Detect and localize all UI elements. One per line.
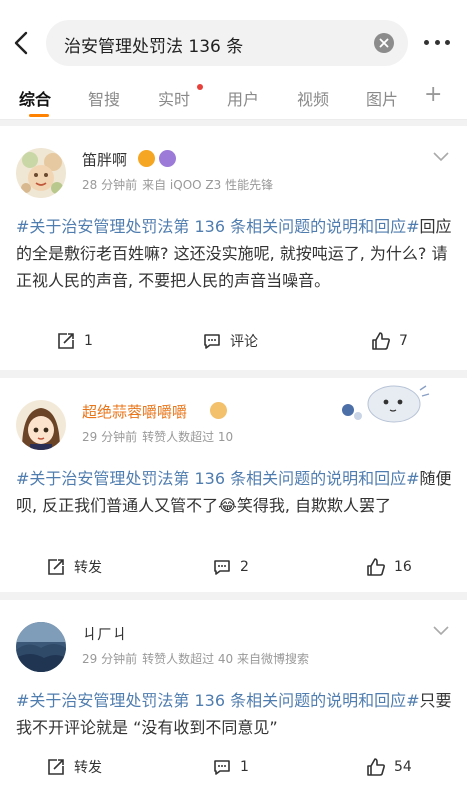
like-button[interactable]: 54 [366, 752, 412, 782]
like-button[interactable]: 7 [371, 326, 408, 356]
avatar[interactable] [16, 622, 66, 672]
post-content: #关于治安管理处罚法第 136 条相关问题的说明和回应#随便呗, 反正我们普通人… [16, 465, 456, 519]
purple-badge-icon [159, 150, 176, 167]
thumbs-up-icon [367, 758, 385, 776]
like-count: 16 [394, 559, 412, 575]
more-options-icon[interactable] [420, 32, 454, 52]
chevron-down-icon[interactable] [433, 152, 449, 162]
top-bar: 治安管理处罚法 136 条 [0, 0, 467, 82]
comment-icon [214, 560, 230, 575]
post-time: 29 分钟前 [82, 652, 138, 666]
username[interactable]: ㄐㄏㄐ [82, 623, 127, 644]
comment-icon [204, 334, 220, 349]
post-card[interactable]: 笛胖啊 28 分钟前 来自 iQOO Z3 性能先锋 #关于治安管理处罚法第 13… [0, 126, 467, 370]
thumbs-up-icon [372, 332, 390, 350]
comment-button[interactable]: 1 [212, 752, 249, 782]
post-content: #关于治安管理处罚法第 136 条相关问题的说明和回应#只要我不开评论就是 “没… [16, 687, 456, 741]
cat-badge-icon [210, 402, 227, 419]
search-input[interactable]: 治安管理处罚法 136 条 [46, 20, 408, 66]
topic-link[interactable]: #关于治安管理处罚法第 136 条相关问题的说明和回应# [16, 469, 420, 488]
back-arrow-icon[interactable] [8, 26, 34, 60]
post-actions: 转发 2 16 [0, 552, 467, 582]
post-card[interactable]: ㄐㄏㄐ 29 分钟前 转赞人数超过 40 来自微博搜索 #关于治安管理处罚法第 1… [0, 600, 467, 800]
repost-button[interactable]: 1 [56, 326, 93, 356]
comment-count: 2 [240, 559, 249, 575]
avatar[interactable] [16, 148, 66, 198]
tab-videos[interactable]: 视频 [297, 86, 329, 110]
post-meta: 28 分钟前 来自 iQOO Z3 性能先锋 [82, 176, 278, 193]
comment-icon [214, 760, 230, 775]
tab-realtime[interactable]: 实时 [158, 86, 190, 110]
post-time: 29 分钟前 [82, 430, 138, 444]
post-card[interactable]: 超绝蒜蓉嚼嚼嚼 29 分钟前 转赞人数超过 10 #关于治安管理处罚法第 136 … [0, 378, 467, 592]
topic-link[interactable]: #关于治安管理处罚法第 136 条相关问题的说明和回应# [16, 217, 420, 236]
repost-button[interactable]: 转发 [46, 552, 102, 582]
realtime-new-dot [197, 84, 203, 90]
search-tabs: 综合 智搜 实时 用户 视频 图片 + [0, 82, 467, 120]
post-time: 28 分钟前 [82, 178, 138, 192]
like-count: 54 [394, 759, 412, 775]
tab-comprehensive[interactable]: 综合 [19, 86, 51, 110]
tab-smart-search[interactable]: 智搜 [88, 86, 120, 110]
like-count: 7 [399, 333, 408, 349]
repost-count: 1 [84, 333, 93, 349]
post-content: #关于治安管理处罚法第 136 条相关问题的说明和回应#回应的全是敷衍老百姓嘛?… [16, 213, 456, 294]
decoration-sticker-icon [342, 385, 430, 423]
post-source: 转赞人数超过 40 来自微博搜索 [142, 652, 309, 666]
username[interactable]: 笛胖啊 [82, 149, 127, 170]
repost-label: 转发 [74, 760, 102, 776]
username[interactable]: 超绝蒜蓉嚼嚼嚼 [82, 401, 187, 422]
comment-count: 1 [240, 759, 249, 775]
clear-search-icon[interactable] [374, 33, 394, 53]
repost-icon [58, 333, 74, 349]
add-tab-icon[interactable]: + [424, 82, 442, 107]
post-actions: 转发 1 54 [0, 752, 467, 782]
repost-icon [48, 559, 64, 575]
avatar[interactable] [16, 400, 66, 450]
post-meta: 29 分钟前 转赞人数超过 40 来自微博搜索 [82, 650, 314, 667]
search-query-text: 治安管理处罚法 136 条 [64, 37, 244, 57]
topic-link[interactable]: #关于治安管理处罚法第 136 条相关问题的说明和回应# [16, 691, 420, 710]
tab-images[interactable]: 图片 [366, 86, 398, 110]
thumbs-up-icon [367, 558, 385, 576]
comment-button[interactable]: 评论 [202, 326, 258, 356]
repost-icon [48, 759, 64, 775]
chevron-down-icon[interactable] [433, 626, 449, 636]
active-tab-indicator [29, 114, 49, 117]
comment-button[interactable]: 2 [212, 552, 249, 582]
post-actions: 1 评论 7 [0, 326, 467, 356]
comment-count: 评论 [230, 334, 258, 350]
fish-badge-icon [138, 150, 155, 167]
post-meta: 29 分钟前 转赞人数超过 10 [82, 428, 238, 445]
repost-button[interactable]: 转发 [46, 752, 102, 782]
like-button[interactable]: 16 [366, 552, 412, 582]
post-source: 转赞人数超过 10 [142, 430, 234, 444]
tab-users[interactable]: 用户 [227, 86, 259, 110]
repost-label: 转发 [74, 560, 102, 576]
post-source: 来自 iQOO Z3 性能先锋 [142, 178, 274, 192]
